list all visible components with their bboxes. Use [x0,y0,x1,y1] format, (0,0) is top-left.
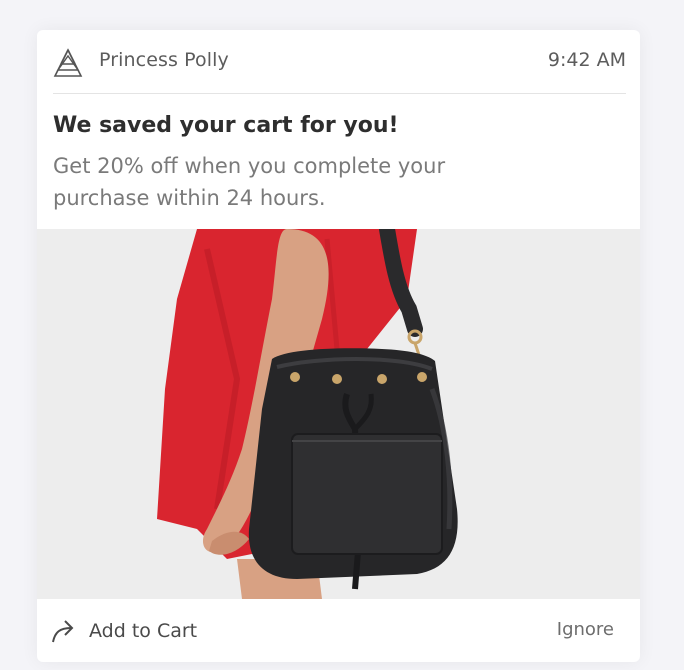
product-image[interactable] [37,229,640,599]
notification-card[interactable]: Princess Polly 9:42 AM We saved your car… [37,30,640,662]
ignore-button[interactable]: Ignore [557,619,614,640]
notification-body: Get 20% off when you complete your purch… [53,154,446,210]
bucket-bag-illustration [37,229,640,599]
notification-actions: Add to Cart Ignore [37,599,640,662]
notification-title: We saved your cart for you! [53,113,399,138]
app-name: Princess Polly [99,49,229,71]
add-to-cart-label: Add to Cart [89,620,198,642]
share-arrow-icon [52,620,74,643]
add-to-cart-button[interactable]: Add to Cart [51,614,197,648]
triangle-logo-icon [53,48,83,77]
notification-header: Princess Polly 9:42 AM [53,30,626,94]
timestamp: 9:42 AM [547,49,626,71]
